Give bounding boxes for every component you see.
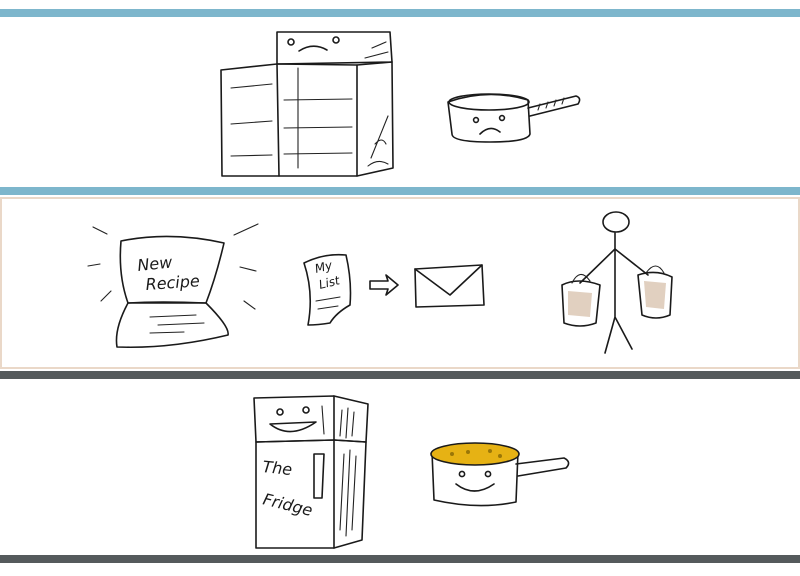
bottom-divider-bar xyxy=(0,555,800,563)
panel-full-kitchen: The Fridge xyxy=(253,395,570,549)
dark-divider-bar xyxy=(0,371,800,379)
laptop-text-recipe: Recipe xyxy=(145,271,201,294)
sad-pot-drawing xyxy=(447,93,581,143)
list-text-list: List xyxy=(317,273,342,292)
happy-fridge-drawing: The Fridge xyxy=(253,395,369,549)
panel-empty-kitchen xyxy=(220,31,581,177)
arrow-icon xyxy=(369,274,399,296)
full-pot-drawing xyxy=(430,442,570,507)
envelope-icon xyxy=(414,264,485,308)
comic-strip: New Recipe My List The Fridge xyxy=(0,0,800,576)
laptop-drawing: New Recipe xyxy=(87,223,259,349)
panel-shopping: New Recipe My List xyxy=(87,211,673,354)
empty-fridge-drawing xyxy=(220,31,394,177)
top-divider-bar xyxy=(0,9,800,17)
fridge-text-fridge: Fridge xyxy=(261,489,315,520)
shopping-list-drawing: My List xyxy=(303,253,352,326)
fridge-text-the: The xyxy=(262,457,294,479)
blue-divider-bar xyxy=(0,187,800,195)
laptop-text-new: New xyxy=(136,252,174,275)
list-text-my: My xyxy=(313,258,334,276)
shopper-stick-figure xyxy=(561,211,673,354)
